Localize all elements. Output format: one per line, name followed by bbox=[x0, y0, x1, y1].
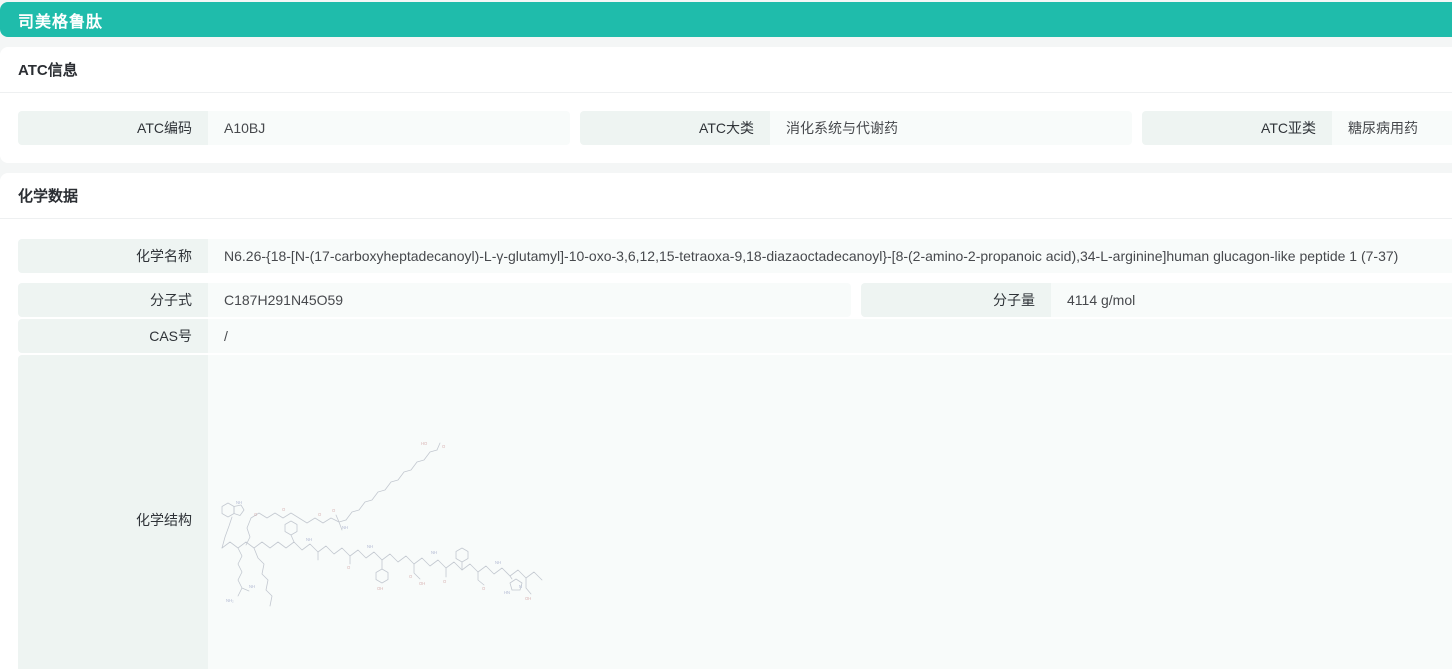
field-cas-number: CAS号 / bbox=[18, 319, 1452, 353]
atom-label: OH bbox=[377, 586, 383, 591]
chem-section-title: 化学数据 bbox=[0, 173, 1452, 219]
chemical-data-card: 化学数据 化学名称 N6.26-{18-[N-(17-carboxyheptad… bbox=[0, 173, 1452, 669]
atom-label: NH₂ bbox=[226, 598, 234, 603]
cas-number-value: / bbox=[208, 319, 1452, 353]
atc-code-label: ATC编码 bbox=[18, 111, 208, 145]
atom-label: O bbox=[442, 444, 446, 449]
atom-label: O bbox=[254, 512, 258, 517]
atc-subclass-value: 糖尿病用药 bbox=[1332, 111, 1452, 145]
atom-label: O bbox=[443, 579, 447, 584]
molecular-weight-label: 分子量 bbox=[861, 283, 1051, 317]
atom-label: NH bbox=[431, 550, 437, 555]
atom-label: N bbox=[519, 584, 522, 589]
field-molecular-weight: 分子量 4114 g/mol bbox=[861, 283, 1452, 317]
field-atc-subclass: ATC亚类 糖尿病用药 bbox=[1142, 111, 1452, 145]
field-atc-class: ATC大类 消化系统与代谢药 bbox=[580, 111, 1132, 145]
field-chemical-structure: 化学结构 HO O O NH O O O NH NH NH NH NH O O … bbox=[18, 355, 1452, 669]
atom-label: NH bbox=[236, 500, 242, 505]
cas-number-label: CAS号 bbox=[18, 319, 208, 353]
atc-section-title: ATC信息 bbox=[0, 47, 1452, 93]
drug-detail-page: 司美格鲁肽 ATC信息 ATC编码 A10BJ ATC大类 消化系统与代谢药 A… bbox=[0, 0, 1452, 669]
atc-class-label: ATC大类 bbox=[580, 111, 770, 145]
atom-label: HO bbox=[421, 441, 428, 446]
atom-label: NH bbox=[249, 584, 255, 589]
atc-subclass-label: ATC亚类 bbox=[1142, 111, 1332, 145]
atc-section-body: ATC编码 A10BJ ATC大类 消化系统与代谢药 ATC亚类 糖尿病用药 bbox=[0, 93, 1452, 163]
atom-label: NH bbox=[306, 537, 312, 542]
field-molecular-formula: 分子式 C187H291N45O59 bbox=[18, 283, 851, 317]
molecular-weight-value: 4114 g/mol bbox=[1051, 283, 1452, 317]
atom-label: NH bbox=[495, 560, 501, 565]
atc-class-value: 消化系统与代谢药 bbox=[770, 111, 1132, 145]
atom-label: O bbox=[409, 574, 413, 579]
atom-label: O bbox=[332, 508, 336, 513]
chemical-structure-image: HO O O NH O O O NH NH NH NH NH O O OH O … bbox=[221, 441, 543, 608]
drug-name-title: 司美格鲁肽 bbox=[18, 13, 104, 31]
atom-label: OH bbox=[525, 596, 531, 601]
chemical-structure-value: HO O O NH O O O NH NH NH NH NH O O OH O … bbox=[208, 355, 1452, 669]
atom-label: O bbox=[318, 512, 322, 517]
cas-row: CAS号 / bbox=[18, 319, 1452, 353]
atom-label: O bbox=[347, 565, 351, 570]
chemical-name-value: N6.26-{18-[N-(17-carboxyheptadecanoyl)-L… bbox=[208, 239, 1452, 273]
chem-section-body: 化学名称 N6.26-{18-[N-(17-carboxyheptadecano… bbox=[0, 219, 1452, 669]
atc-info-card: ATC信息 ATC编码 A10BJ ATC大类 消化系统与代谢药 ATC亚类 糖… bbox=[0, 47, 1452, 163]
atom-label: OH bbox=[419, 581, 425, 586]
atom-label: NH bbox=[342, 525, 348, 530]
atc-code-value: A10BJ bbox=[208, 111, 570, 145]
atc-fields-row: ATC编码 A10BJ ATC大类 消化系统与代谢药 ATC亚类 糖尿病用药 bbox=[18, 111, 1452, 145]
field-atc-code: ATC编码 A10BJ bbox=[18, 111, 570, 145]
atom-label: O bbox=[282, 507, 286, 512]
formula-weight-row: 分子式 C187H291N45O59 分子量 4114 g/mol bbox=[18, 283, 1452, 317]
drug-title-bar: 司美格鲁肽 bbox=[0, 2, 1452, 37]
chemical-name-row: 化学名称 N6.26-{18-[N-(17-carboxyheptadecano… bbox=[18, 239, 1452, 273]
atom-label: HN bbox=[504, 590, 510, 595]
atom-label: NH₂ bbox=[266, 607, 274, 608]
structure-row: 化学结构 HO O O NH O O O NH NH NH NH NH O O … bbox=[18, 355, 1452, 669]
chemical-name-label: 化学名称 bbox=[18, 239, 208, 273]
field-chemical-name: 化学名称 N6.26-{18-[N-(17-carboxyheptadecano… bbox=[18, 239, 1452, 273]
molecular-formula-label: 分子式 bbox=[18, 283, 208, 317]
atom-label: NH bbox=[367, 544, 373, 549]
molecular-formula-value: C187H291N45O59 bbox=[208, 283, 851, 317]
atom-label: O bbox=[482, 586, 486, 591]
chemical-structure-label: 化学结构 bbox=[18, 355, 208, 669]
